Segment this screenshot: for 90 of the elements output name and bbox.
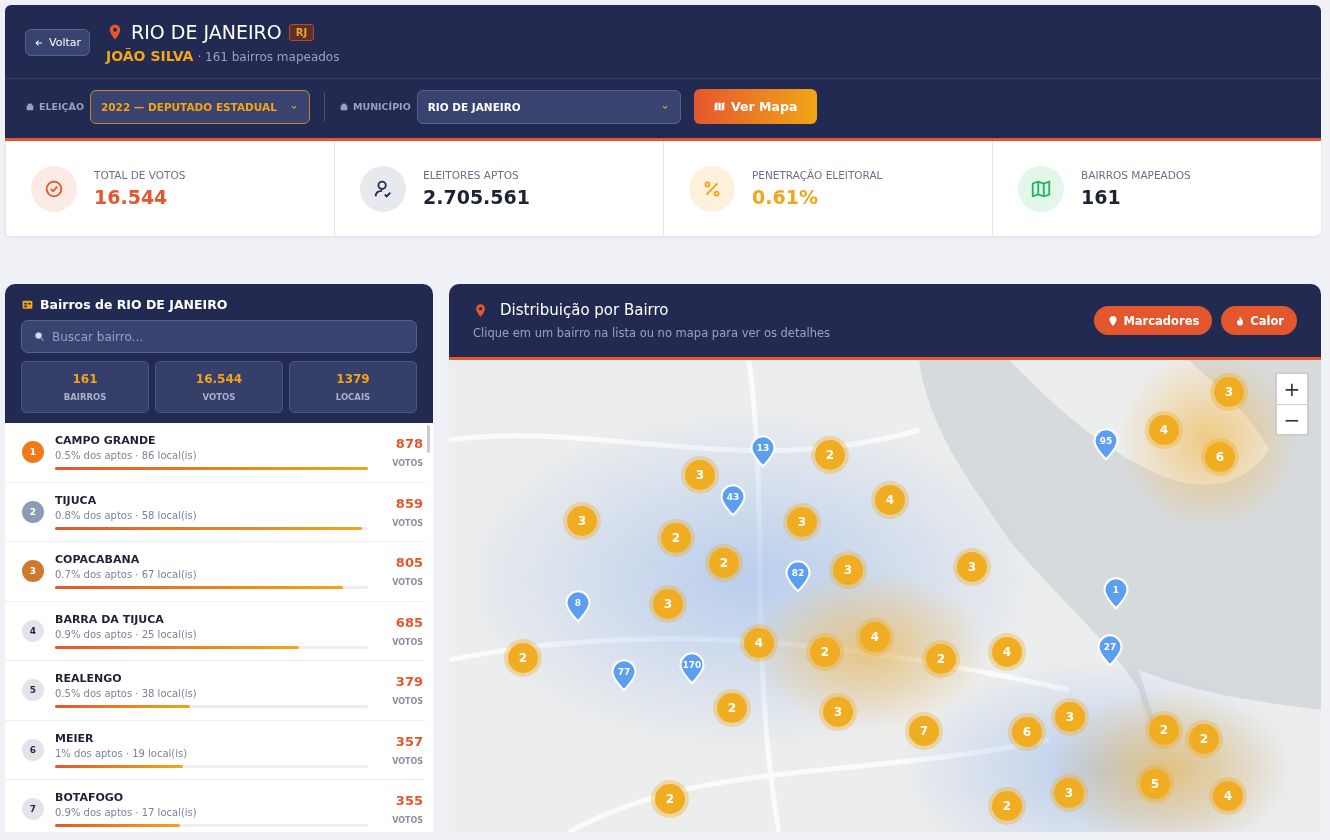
neighborhood-name: REALENGO [55,672,123,686]
vote-count: 357 [395,733,423,749]
search-field[interactable]: Buscar bairro... [21,320,417,353]
pin-marker[interactable]: 77 [611,658,637,692]
vote-count: 805 [395,555,423,571]
rank-badge: 3 [22,560,44,583]
neighborhood-detail: 0.8% dos aptos · 58 local(is) [55,509,198,521]
neighborhood-row[interactable]: 3 COPACABANA 0.7% dos aptos · 67 local(is) 805 VOTOS [5,542,425,602]
map-title: Distribuição por Bairro [500,301,669,319]
rank-badge: 2 [22,500,44,523]
neighborhood-name: CAMPO GRANDE [55,434,157,448]
stat-label: ELEITORES APTOS [423,169,520,181]
neighborhood-detail: 0.5% dos aptos · 86 local(is) [55,450,198,462]
pin-marker[interactable]: 27 [1097,633,1123,667]
stat-value: 16.544 [94,186,169,208]
summary-label: VOTOS [202,392,236,402]
summary-value: 16.544 [195,372,243,386]
rank-badge: 7 [22,798,44,821]
rank-badge: 5 [22,679,44,702]
municipality-label: MUNICÍPIO [352,101,411,112]
votes-label: VOTOS [392,756,423,766]
view-map-button[interactable]: Ver Mapa [693,89,817,124]
votes-label: VOTOS [392,637,423,647]
candidate-name: JOÃO SILVA [106,48,194,64]
pin-marker[interactable]: 8 [565,589,591,623]
neighborhood-row[interactable]: 5 REALENGO 0.5% dos aptos · 38 local(is) 379 VOTOS [5,661,425,721]
votes-label: VOTOS [392,816,423,826]
pin-marker[interactable]: 43 [720,483,746,517]
summary-label: LOCAIS [335,392,371,402]
municipality-select[interactable]: RIO DE JANEIRO [416,89,681,124]
neighborhood-name: MEIER [55,731,95,745]
map-subtitle: Clique em um bairro na lista ou no mapa para ver os detalhes [473,326,831,340]
zoom-out-button[interactable]: − [1277,404,1307,434]
votes-label: VOTOS [392,518,423,528]
neighborhood-detail: 1% dos aptos · 19 local(is) [55,747,189,759]
vote-count: 355 [395,793,423,809]
stat-label: PENETRAÇÃO ELEITORAL [752,169,883,181]
neighborhood-detail: 0.9% dos aptos · 17 local(is) [55,807,198,819]
mapped-count: · 161 bairros mapeados [197,50,340,64]
building-icon [338,101,349,112]
stat-value: 161 [1081,186,1122,208]
back-arrow-icon [34,37,44,48]
search-icon [34,331,45,342]
neighborhood-row[interactable]: 1 CAMPO GRANDE 0.5% dos aptos · 86 local(is) 878 VOTOS [5,423,425,483]
neighborhood-detail: 0.9% dos aptos · 25 local(is) [55,628,198,640]
neighborhood-row[interactable]: 7 BOTAFOGO 0.9% dos aptos · 17 local(is) 355 VOTOS [5,780,425,832]
vote-count: 379 [395,674,423,690]
pin-marker[interactable]: 95 [1093,427,1119,461]
summary-label: BAIRROS [63,392,107,402]
map-icon [713,100,727,113]
summary-value: 161 [72,372,98,386]
neighborhood-name: BOTAFOGO [55,791,125,805]
scrollbar-thumb[interactable] [427,425,430,453]
rank-badge: 6 [22,738,44,761]
map-mode-button[interactable]: Calor [1221,306,1297,335]
neighborhood-detail: 0.5% dos aptos · 38 local(is) [55,688,198,700]
building-icon [21,298,34,311]
panel-title: Bairros de RIO DE JANEIRO [40,297,228,312]
neighborhood-name: BARRA DA TIJUCA [55,612,165,626]
stat-label: TOTAL DE VOTOS [94,169,186,181]
neighborhood-row[interactable]: 6 MEIER 1% dos aptos · 19 local(is) 357 VOTOS [5,720,425,780]
stat-value: 2.705.561 [423,186,530,208]
summary-value: 1379 [336,372,370,386]
location-pin-icon [473,302,488,318]
neighborhood-row[interactable]: 4 BARRA DA TIJUCA 0.9% dos aptos · 25 local(is) 685 VOTOS [5,601,425,661]
rank-badge: 1 [22,441,44,464]
pin-marker[interactable]: 1 [1103,576,1129,610]
vote-count: 859 [395,495,423,511]
neighborhood-row[interactable]: 2 TIJUCA 0.8% dos aptos · 58 local(is) 859 VOTOS [5,482,425,542]
vote-count: 878 [395,436,423,452]
stat-label: BAIRROS MAPEADOS [1081,169,1191,181]
votes-label: VOTOS [392,697,423,707]
pin-marker[interactable]: 13 [750,434,776,468]
back-button[interactable]: Voltar [25,29,91,56]
neighborhood-name: TIJUCA [55,493,98,507]
pin-marker[interactable]: 82 [785,559,811,593]
pin-marker[interactable]: 170 [679,651,705,685]
votes-label: VOTOS [392,459,423,469]
city-title: RIO DE JANEIRO [131,21,282,43]
election-label: ELEIÇÃO [39,101,84,112]
state-badge: RJ [288,23,315,41]
map-mode-button[interactable]: Marcadores [1094,306,1213,335]
vote-count: 685 [395,614,423,630]
stat-value: 0.61% [752,186,819,208]
rank-badge: 4 [22,619,44,642]
votes-label: VOTOS [392,578,423,588]
election-select[interactable]: 2022 — DEPUTADO ESTADUAL [89,89,310,124]
neighborhood-name: COPACABANA [55,553,141,567]
building-icon [25,101,35,112]
neighborhood-detail: 0.7% dos aptos · 67 local(is) [55,569,198,581]
